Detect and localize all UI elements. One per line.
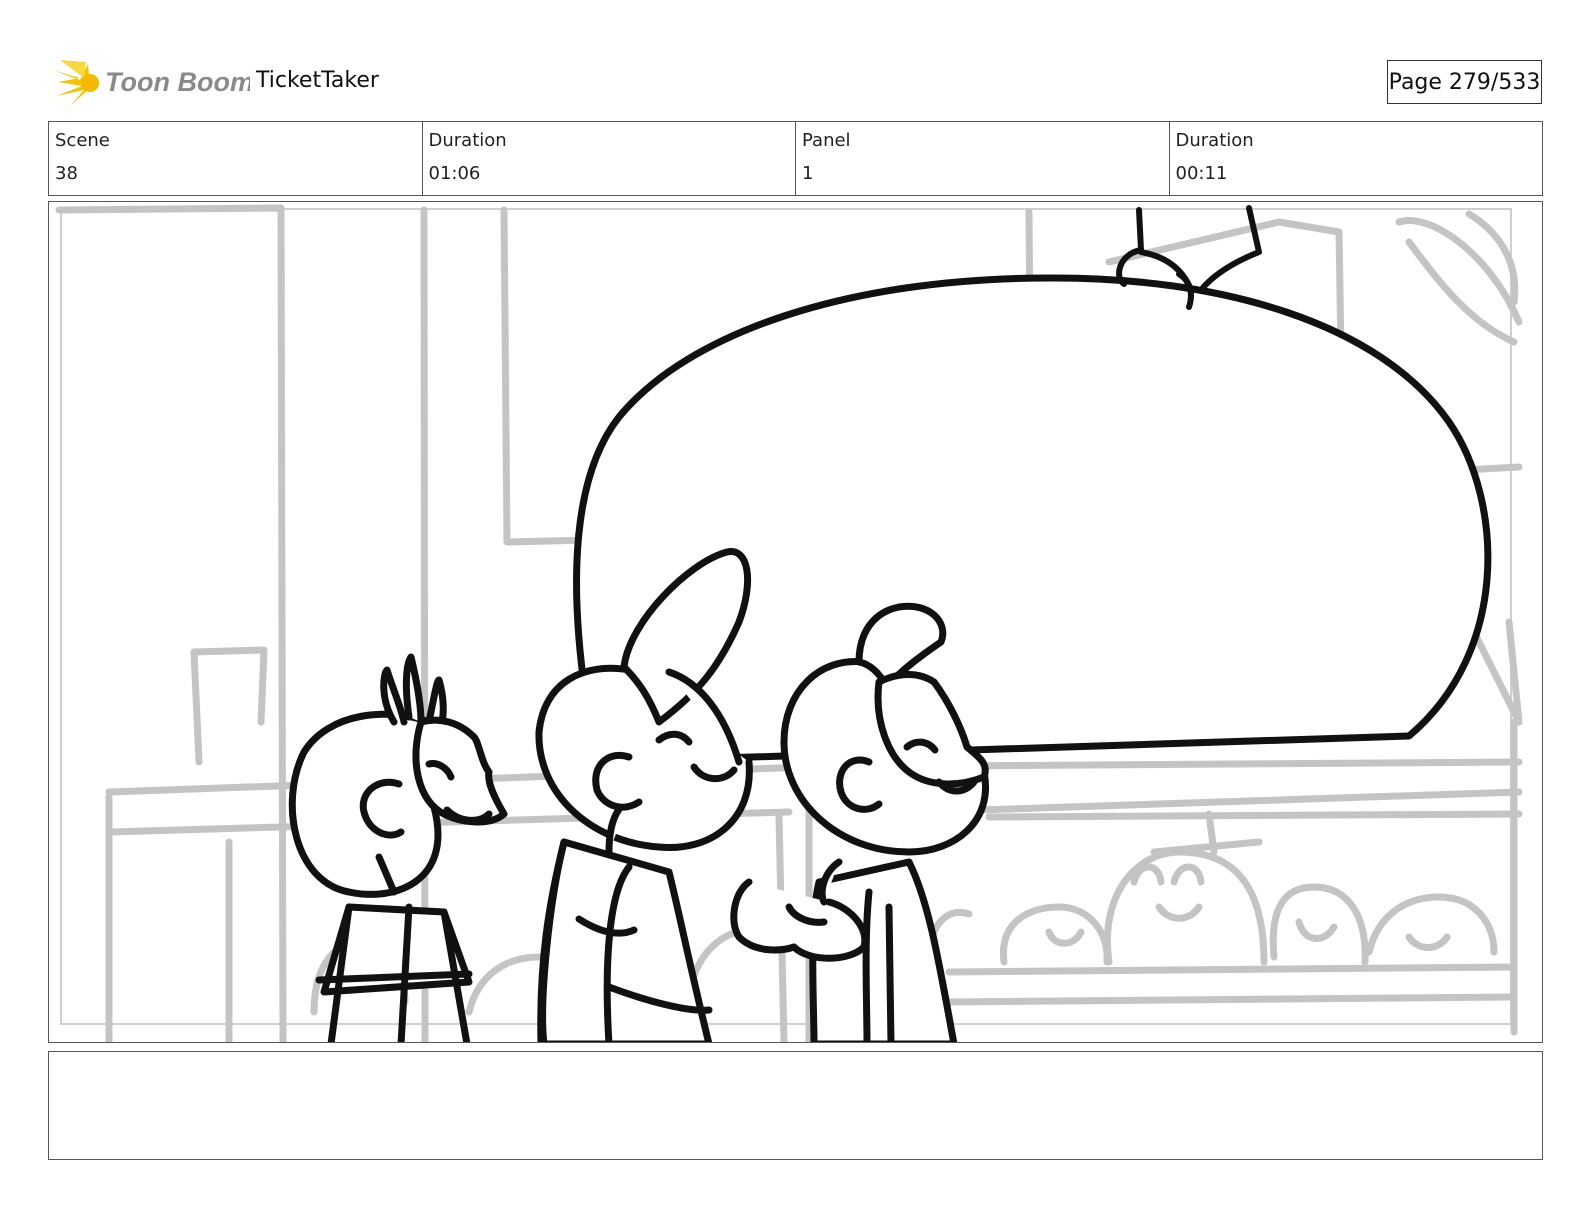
- panel-duration-cell: Duration 00:11: [1170, 122, 1543, 195]
- panel-value: 1: [802, 163, 814, 184]
- scene-duration-cell: Duration 01:06: [423, 122, 796, 195]
- scene-value: 38: [55, 163, 78, 184]
- page-number: Page 279/533: [1387, 60, 1542, 104]
- toon-boom-logo: Toon Boom: [50, 56, 254, 108]
- starburst-icon: [52, 60, 99, 106]
- storyboard-info-table: Scene 38 Duration 01:06 Panel 1 Duration…: [48, 121, 1543, 196]
- page-header: Toon Boom TicketTaker Page 279/533: [0, 0, 1584, 120]
- characters-sketch: [288, 548, 989, 1042]
- scene-label: Scene: [55, 130, 110, 151]
- scene-duration-label: Duration: [428, 130, 507, 151]
- panel-label: Panel: [802, 130, 851, 151]
- project-title: TicketTaker: [256, 68, 379, 93]
- storyboard-panel: [48, 201, 1543, 1043]
- scene-duration-value: 01:06: [428, 163, 481, 184]
- panel-cell: Panel 1: [796, 122, 1170, 195]
- scene-cell: Scene 38: [49, 122, 423, 195]
- logo-wordmark: Toon Boom: [105, 67, 250, 97]
- panel-notes-box: [48, 1051, 1543, 1160]
- panel-sketch: [55, 204, 1523, 1042]
- panel-duration-label: Duration: [1175, 130, 1254, 151]
- speech-balloon: [573, 274, 1492, 766]
- panel-duration-value: 00:11: [1175, 163, 1228, 184]
